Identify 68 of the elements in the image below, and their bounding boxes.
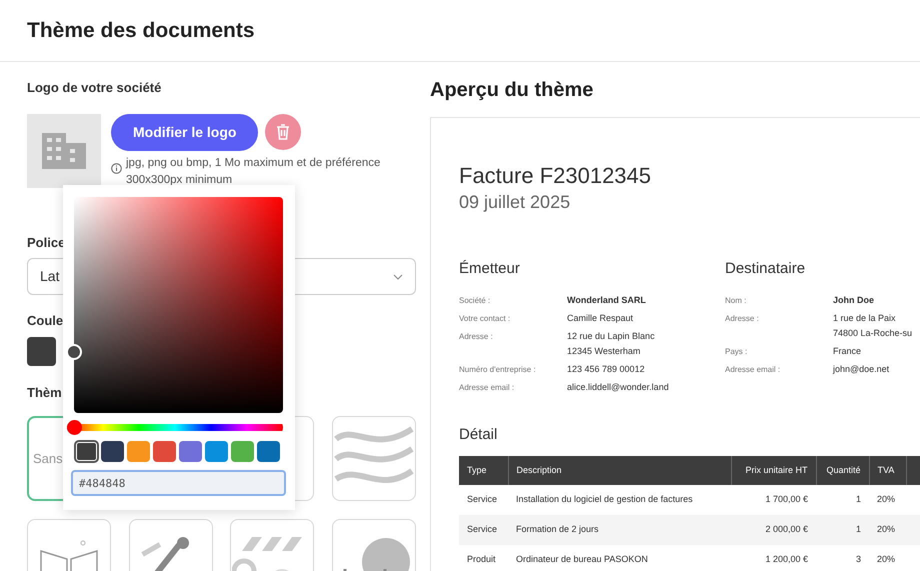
field-value: alice.liddell@wonder.land [567, 380, 669, 394]
field-label: Nom : [725, 294, 748, 306]
color-swatch[interactable] [257, 441, 280, 462]
field-label: Numéro d'entreprise : [459, 364, 537, 376]
field-value: John Doe [833, 294, 874, 306]
color-swatch[interactable] [205, 441, 228, 462]
color-swatch[interactable] [231, 441, 254, 462]
section-label: Thèm [27, 384, 62, 402]
field-label: Adresse : [725, 312, 760, 324]
table-cell: Installation du logiciel de gestion de factures [508, 485, 731, 515]
column-header: Quantité [816, 456, 869, 485]
color-swatch[interactable] [153, 441, 176, 462]
table-cell: 2 000,00 € [731, 515, 816, 545]
table-cell: 20% [869, 485, 906, 515]
field-value: john@doe.net [833, 362, 890, 376]
invoice-title: Facture F23012345 [459, 162, 652, 190]
page-title: Thème des documents [27, 18, 255, 44]
building-icon [42, 132, 86, 168]
table-cell: 1 [816, 515, 869, 545]
table-cell: 1 [816, 485, 869, 515]
color-swatch[interactable] [179, 441, 202, 462]
logo-hint: jpg, png ou bmp, 1 Mo maximum et de préférence 300x300px minimum [126, 156, 382, 188]
table-cell: Ordinateur de bureau PASOKON [508, 545, 731, 571]
table-cell: Service [459, 515, 508, 545]
column-header: Description [508, 456, 731, 485]
section-label: Logo de votre société [27, 79, 162, 97]
saturation-handle[interactable] [66, 344, 82, 360]
color-value-swatch[interactable] [27, 336, 56, 366]
column-header: Prix unitaire HT [731, 456, 816, 485]
preview-title: Aperçu du thème [430, 78, 594, 103]
table-cell: Formation de 2 jours [508, 515, 731, 545]
color-swatch[interactable] [75, 441, 98, 462]
table-cell: Service [459, 485, 508, 515]
table-cell: 1 700,00 € [731, 485, 816, 515]
party-heading: Destinataire [725, 259, 806, 279]
field-label: Pays : [725, 346, 748, 358]
hex-input[interactable]: #484848 [71, 470, 286, 496]
chevron-down-icon [393, 274, 403, 280]
field-value: Camille Respaut [567, 312, 634, 325]
field-label: Adresse email : [725, 364, 782, 376]
party-heading: Émetteur [459, 259, 520, 279]
column-header: Type [459, 456, 508, 485]
table-cell: 1 200,00 € [731, 545, 816, 571]
field-value: France [833, 344, 862, 358]
hue-handle[interactable] [67, 420, 82, 435]
table-cell: Produit [459, 545, 508, 571]
info-icon [111, 162, 122, 174]
detail-heading: Détail [459, 424, 498, 444]
invoice-date: 09 juillet 2025 [459, 191, 570, 214]
color-swatch[interactable] [101, 441, 124, 462]
change-logo-button[interactable]: Modifier le logo [111, 114, 258, 150]
field-value: 1 rue de la Paix 74800 La-Roche-su [833, 312, 912, 340]
field-value: 123 456 789 00012 [567, 362, 645, 376]
field-label: Société : [459, 294, 492, 306]
color-swatch[interactable] [127, 441, 150, 462]
delete-button[interactable] [265, 114, 302, 150]
column-header: TVA [869, 456, 906, 485]
field-label: Votre contact : [459, 312, 512, 324]
section-label: Coule [27, 312, 64, 330]
field-value: 12 rue du Lapin Blanc 12345 Westerham [567, 330, 655, 358]
table-cell: 20% [869, 515, 906, 545]
trash-icon [276, 124, 290, 140]
table-cell: 20% [869, 545, 906, 571]
field-label: Adresse : [459, 330, 494, 342]
saturation-area[interactable] [74, 197, 283, 413]
field-value: Wonderland SARL [567, 294, 646, 306]
field-label: Adresse email : [459, 382, 516, 394]
table-cell: 3 [816, 545, 869, 571]
